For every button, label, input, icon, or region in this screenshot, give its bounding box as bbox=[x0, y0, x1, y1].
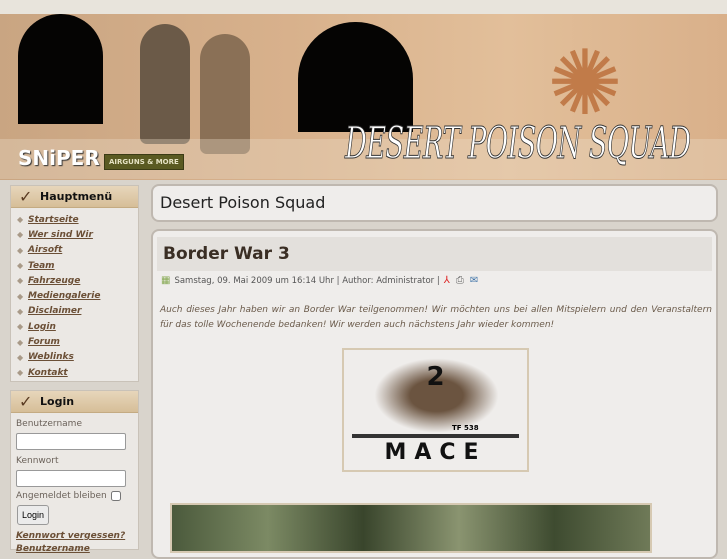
menu-item[interactable]: ◆ Disclaimer bbox=[17, 304, 138, 319]
emblem-number: 2 bbox=[426, 362, 445, 392]
username-input[interactable] bbox=[16, 433, 126, 450]
bullet-icon: ◆ bbox=[17, 230, 24, 240]
remember-row: Angemeldet bleiben bbox=[16, 491, 138, 501]
bullet-icon: ◆ bbox=[17, 322, 24, 332]
header-soldier bbox=[140, 24, 190, 144]
forgot-password-link[interactable]: Kennwort vergessen? bbox=[16, 531, 138, 541]
password-label: Kennwort bbox=[16, 456, 59, 466]
main-menu-header: ✓ Hauptmenü bbox=[11, 186, 138, 208]
remember-label: Angemeldet bleiben bbox=[16, 491, 107, 501]
remember-checkbox[interactable] bbox=[110, 491, 121, 501]
mace-shaft bbox=[352, 434, 519, 438]
menu-item[interactable]: ◆ Mediengalerie bbox=[17, 288, 138, 303]
emblem-name: MACE bbox=[384, 440, 487, 465]
site-header: ✺ DESERT POISON SQUAD SNiPER AIRGUNS & M… bbox=[0, 0, 727, 180]
bullet-icon: ◆ bbox=[17, 215, 24, 225]
article-photo bbox=[170, 503, 652, 553]
bullet-icon: ◆ bbox=[17, 337, 24, 347]
login-header: ✓ Login bbox=[11, 391, 138, 413]
main-menu-module: ✓ Hauptmenü ◆ Startseite ◆ Wer sind Wir ◆ Airs… bbox=[10, 185, 139, 382]
bullet-icon: ◆ bbox=[17, 306, 24, 316]
menu-item[interactable]: ◆ Airsoft bbox=[17, 243, 138, 258]
article-meta: ▦ Samstag, 09. Mai 2009 um 16:14 Uhr | A… bbox=[161, 275, 716, 286]
sponsor-tagline: AIRGUNS & MORE bbox=[104, 154, 184, 170]
bullet-icon: ◆ bbox=[17, 352, 24, 362]
site-title: DESERT POISON SQUAD bbox=[345, 118, 692, 170]
pdf-icon[interactable]: ⅄ bbox=[444, 275, 450, 286]
menu-link[interactable]: Weblinks bbox=[28, 352, 74, 362]
sponsor-logo[interactable]: SNiPER bbox=[18, 146, 100, 170]
menu-link[interactable]: Forum bbox=[28, 337, 60, 347]
menu-item[interactable]: ◆ Team bbox=[17, 258, 138, 273]
email-icon[interactable]: ✉ bbox=[470, 275, 478, 286]
mace-emblem-image: 2 TF 538 MACE bbox=[342, 348, 529, 472]
username-label: Benutzername bbox=[16, 419, 82, 429]
menu-item[interactable]: ◆ Login bbox=[17, 319, 138, 334]
menu-item[interactable]: ◆ Startseite bbox=[17, 212, 138, 227]
forgot-username-link[interactable]: Benutzername bbox=[16, 544, 138, 554]
calendar-icon: ▦ bbox=[161, 275, 171, 286]
menu-item[interactable]: ◆ Forum bbox=[17, 334, 138, 349]
menu-link[interactable]: Mediengalerie bbox=[28, 291, 100, 301]
menu-item[interactable]: ◆ Weblinks bbox=[17, 350, 138, 365]
menu-link[interactable]: Disclaimer bbox=[28, 306, 81, 316]
menu-link[interactable]: Login bbox=[28, 322, 56, 332]
checkmark-icon: ✓ bbox=[19, 187, 33, 206]
bullet-icon: ◆ bbox=[17, 368, 24, 378]
login-module: ✓ Login Benutzername Kennwort Angemeldet … bbox=[10, 390, 139, 554]
menu-link[interactable]: Team bbox=[28, 261, 55, 271]
bullet-icon: ◆ bbox=[17, 276, 24, 286]
page-heading: Desert Poison Squad bbox=[160, 193, 326, 212]
print-icon[interactable]: ⎙ bbox=[456, 275, 464, 286]
menu-link[interactable]: Kontakt bbox=[28, 368, 68, 378]
bullet-icon: ◆ bbox=[17, 261, 24, 271]
menu-item[interactable]: ◆ Kontakt bbox=[17, 365, 138, 380]
article-title: Border War 3 bbox=[157, 237, 712, 271]
bullet-icon: ◆ bbox=[17, 245, 24, 255]
page-heading-panel: Desert Poison Squad bbox=[151, 184, 718, 222]
header-arch bbox=[18, 14, 103, 124]
menu-item[interactable]: ◆ Fahrzeuge bbox=[17, 273, 138, 288]
menu-link[interactable]: Wer sind Wir bbox=[28, 230, 93, 240]
login-title: Login bbox=[40, 395, 75, 408]
main-menu: ◆ Startseite ◆ Wer sind Wir ◆ Airsoft ◆ Team ◆ Fa… bbox=[11, 208, 138, 380]
menu-link[interactable]: Startseite bbox=[28, 215, 79, 225]
main-menu-title: Hauptmenü bbox=[40, 190, 113, 203]
menu-link[interactable]: Fahrzeuge bbox=[28, 276, 80, 286]
article-date-author: Samstag, 09. Mai 2009 um 16:14 Uhr | Aut… bbox=[174, 275, 440, 286]
header-soldier bbox=[200, 34, 250, 154]
article-body: Auch dieses Jahr haben wir an Border War… bbox=[160, 305, 712, 330]
header-arch bbox=[298, 22, 413, 132]
menu-link[interactable]: Airsoft bbox=[28, 245, 62, 255]
emblem-tag: TF 538 bbox=[452, 424, 479, 432]
password-input[interactable] bbox=[16, 470, 126, 487]
checkmark-icon: ✓ bbox=[19, 392, 33, 411]
bullet-icon: ◆ bbox=[17, 291, 24, 301]
menu-item[interactable]: ◆ Wer sind Wir bbox=[17, 227, 138, 242]
login-button[interactable]: Login bbox=[17, 505, 50, 525]
